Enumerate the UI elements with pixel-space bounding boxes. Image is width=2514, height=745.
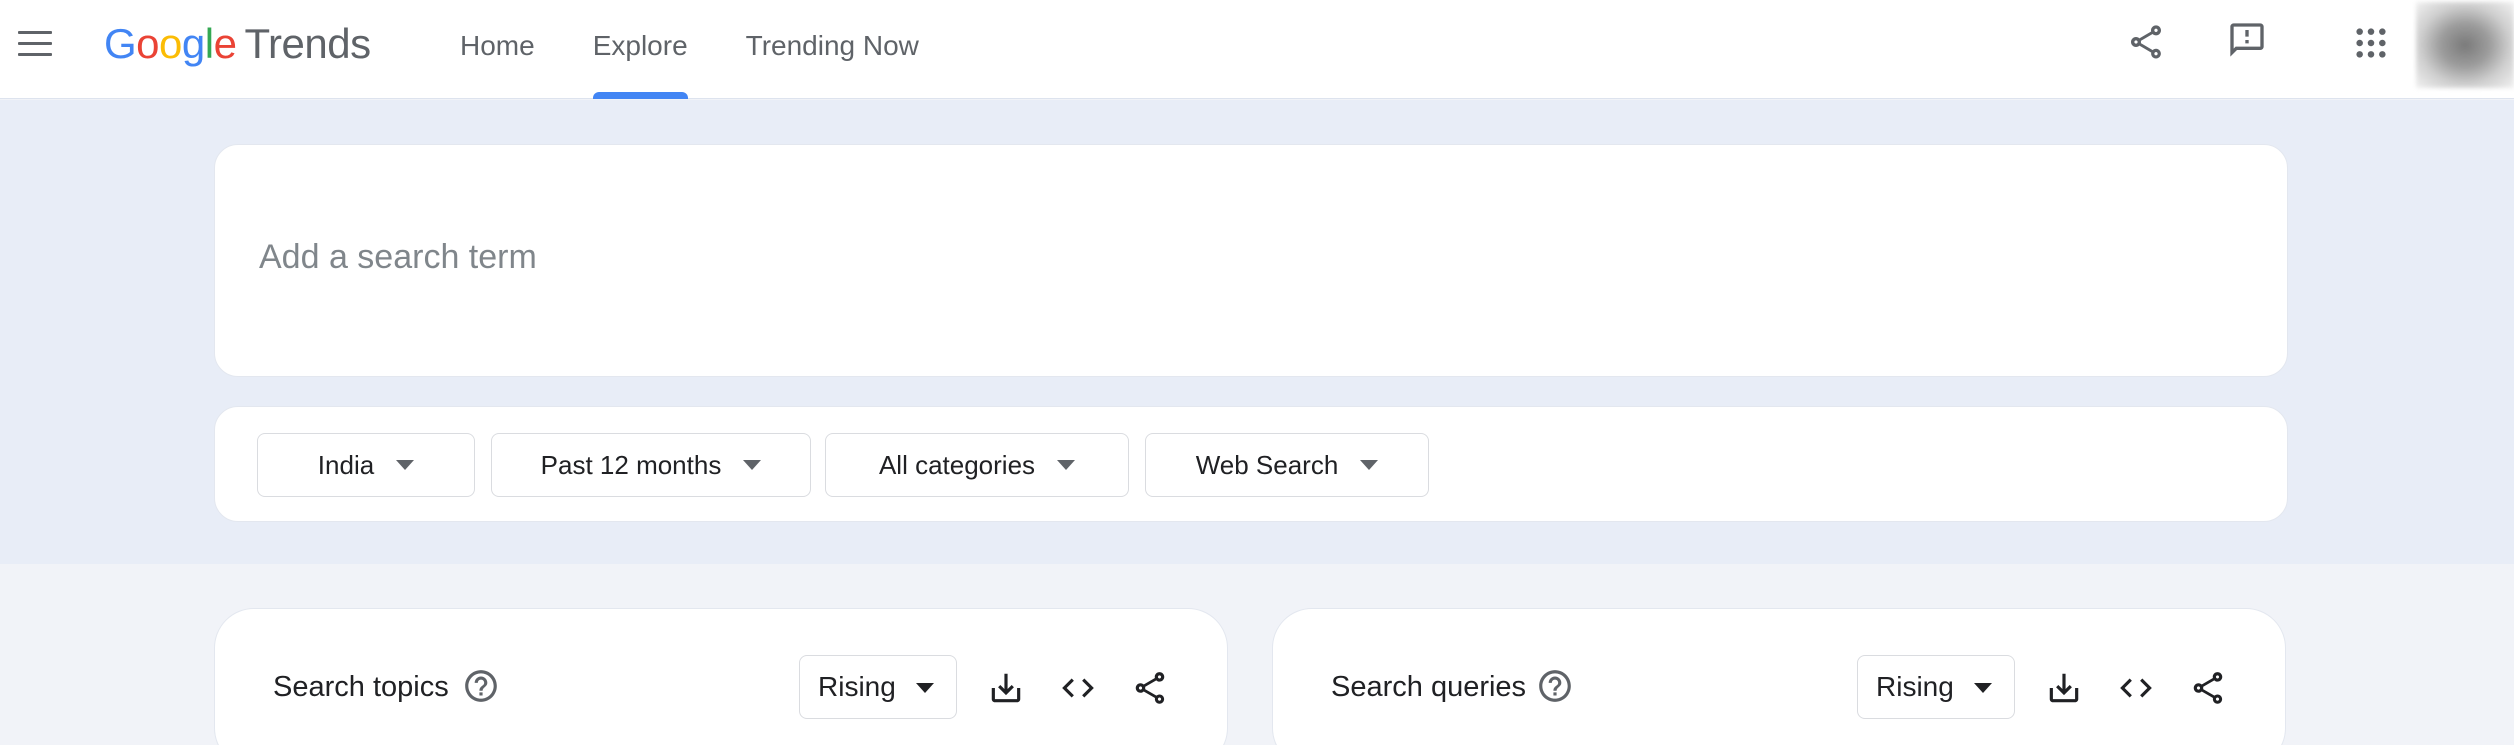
embed-code-icon[interactable] (2117, 669, 2155, 707)
filter-bar: India Past 12 months All categories Web … (214, 406, 2288, 522)
share-icon[interactable] (1131, 669, 1169, 707)
apps-icon[interactable] (2354, 26, 2388, 60)
search-card (214, 144, 2288, 377)
tab-trending-now[interactable]: Trending Now (746, 0, 919, 99)
menu-icon[interactable] (18, 31, 52, 59)
search-input[interactable] (259, 229, 2159, 285)
search-topics-panel: Search topics Rising (214, 608, 1228, 745)
main-nav: Home Explore Trending Now (460, 0, 977, 99)
time-range-filter-label: Past 12 months (540, 449, 722, 480)
top-app-bar: Google Trends Home Explore Trending Now (0, 0, 2514, 99)
logo-letter: l (204, 20, 214, 67)
share-icon[interactable] (2126, 22, 2166, 62)
panel-title: Search queries (1331, 671, 1527, 703)
rising-select-label: Rising (1876, 671, 1954, 702)
caret-down-icon (916, 683, 934, 693)
google-trends-logo[interactable]: Google Trends (104, 20, 371, 68)
logo-product-name: Trends (244, 20, 371, 67)
tab-explore[interactable]: Explore (592, 0, 688, 99)
panel-title: Search topics (273, 671, 449, 703)
feedback-icon[interactable] (2227, 20, 2267, 60)
rising-select-label: Rising (818, 671, 896, 702)
search-type-filter[interactable]: Web Search (1145, 433, 1429, 497)
search-queries-panel: Search queries Rising (1272, 608, 2286, 745)
category-filter[interactable]: All categories (825, 433, 1129, 497)
logo-letter: o (136, 20, 160, 67)
caret-down-icon (743, 460, 762, 470)
caret-down-icon (396, 460, 415, 470)
embed-code-icon[interactable] (1059, 669, 1097, 707)
caret-down-icon (1974, 683, 1992, 693)
category-filter-label: All categories (878, 449, 1036, 480)
time-range-filter[interactable]: Past 12 months (491, 433, 811, 497)
region-filter[interactable]: India (257, 433, 475, 497)
download-icon[interactable] (2045, 669, 2083, 707)
region-filter-label: India (317, 449, 375, 480)
account-avatar[interactable] (2416, 2, 2514, 88)
logo-letter: e (213, 20, 237, 67)
logo-letter: o (159, 20, 182, 67)
caret-down-icon (1057, 460, 1076, 470)
download-icon[interactable] (987, 669, 1025, 707)
logo-letter: G (104, 20, 137, 67)
topics-rising-select[interactable]: Rising (799, 655, 957, 719)
caret-down-icon (1360, 460, 1379, 470)
help-icon[interactable] (1536, 667, 1574, 705)
share-icon[interactable] (2189, 669, 2227, 707)
tab-home[interactable]: Home (460, 0, 535, 99)
logo-letter: g (181, 20, 205, 67)
queries-rising-select[interactable]: Rising (1857, 655, 2015, 719)
help-icon[interactable] (462, 667, 500, 705)
search-type-filter-label: Web Search (1195, 449, 1339, 480)
